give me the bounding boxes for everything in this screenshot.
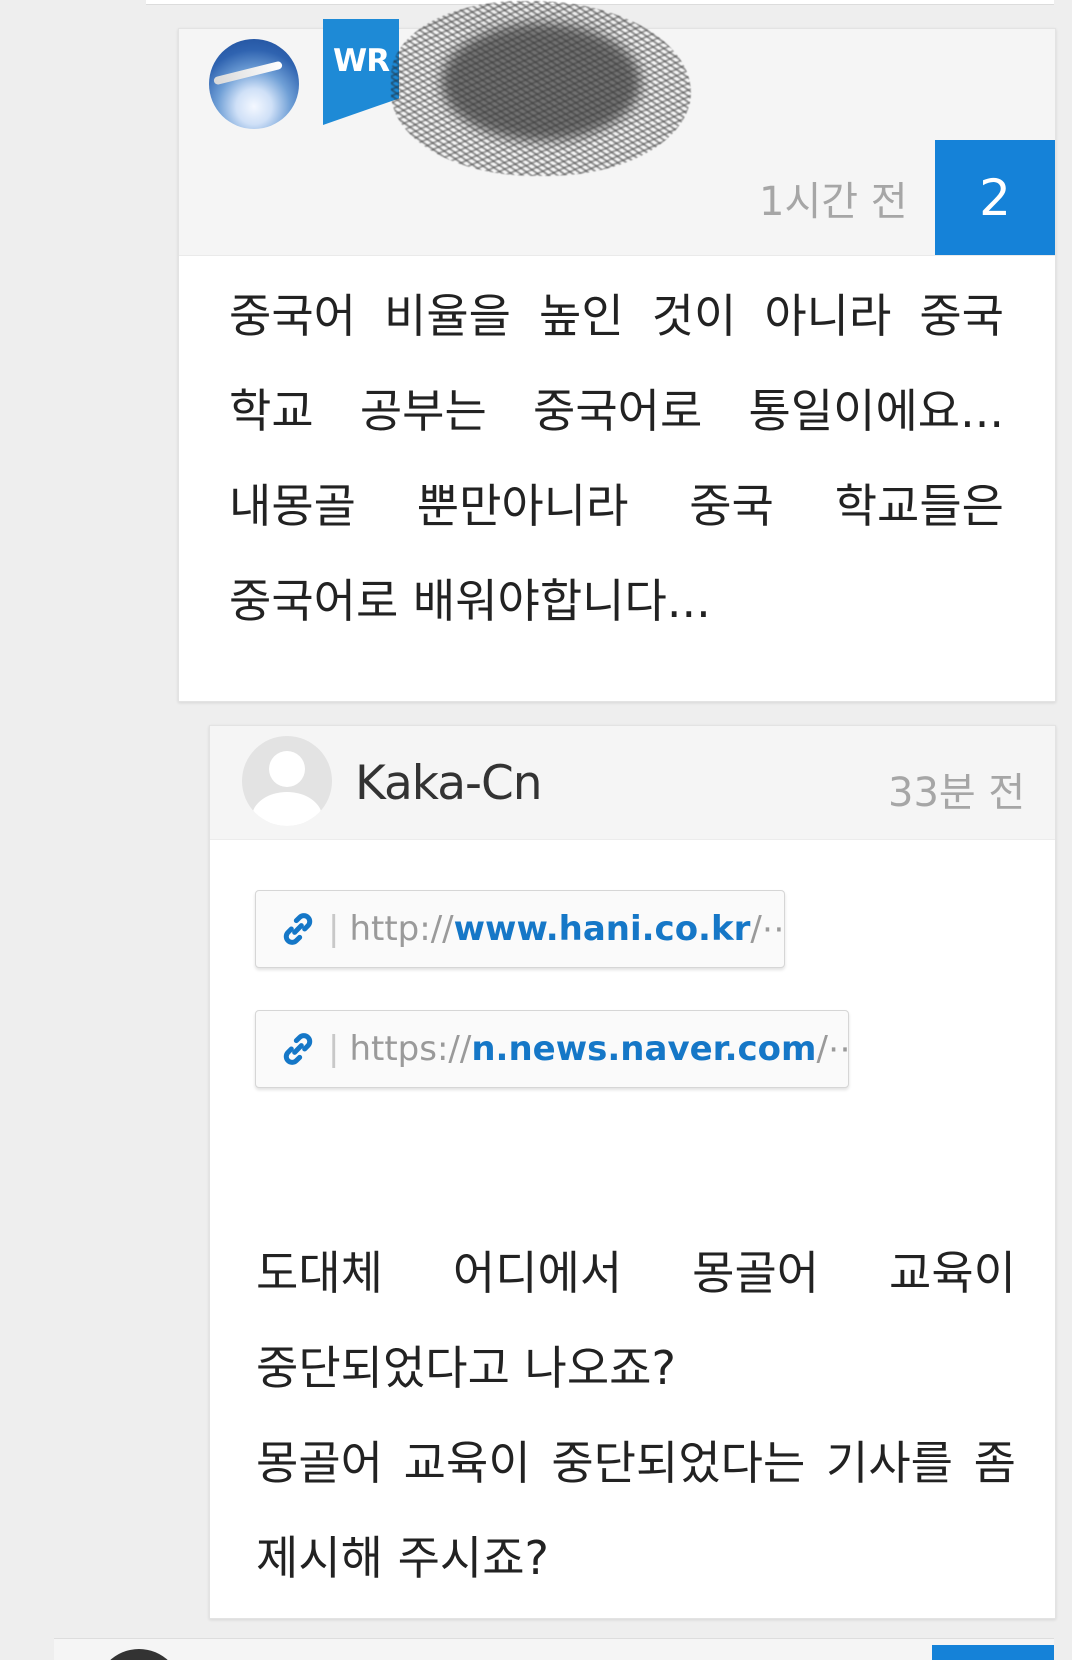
- author-badge: WR: [323, 19, 399, 125]
- previous-comment-card: [146, 0, 1054, 5]
- link-domain: www.hani.co.kr: [453, 909, 751, 949]
- comment-time: 1시간 전: [759, 179, 908, 225]
- comment-text: 중국어 비율을 높인 것이 아니라 중국 학교 공부는 중국어로 통일이에요..…: [229, 289, 1004, 628]
- reply-text: 도대체 어디에서 몽골어 교육이 중단되었다고 나오죠? 몽골어 교육이 중단되…: [256, 1226, 1016, 1606]
- link-scheme: https://: [349, 1029, 472, 1069]
- comment-card: WR 1시간 전 2 중국어 비율을 높인 것이 아니라 중국 학교 공부는 중…: [178, 1, 1056, 702]
- link-rest: /⋯: [816, 1029, 848, 1069]
- username[interactable]: Kaka-Cn: [355, 756, 543, 811]
- link-preview[interactable]: | https://n.news.naver.com/⋯: [255, 1010, 849, 1088]
- comment-thread: WR 1시간 전 2 중국어 비율을 높인 것이 아니라 중국 학교 공부는 중…: [0, 0, 1072, 1660]
- comment-header: WR 1시간 전 2: [179, 1, 1055, 256]
- reply-count-badge[interactable]: 2: [935, 140, 1055, 255]
- reply-text-line: 도대체 어디에서 몽골어 교육이 중단되었다고 나오죠?: [256, 1246, 1016, 1395]
- link-rest: /⋯: [750, 909, 784, 949]
- avatar[interactable]: [209, 39, 299, 129]
- reply-count-badge[interactable]: [932, 1645, 1054, 1660]
- reply-text-line: 몽골어 교육이 중단되었다는 기사를 좀 제시해 주시죠?: [256, 1436, 1016, 1585]
- redacted-username-core: [441, 23, 641, 141]
- link-icon: [278, 1028, 318, 1070]
- reply-card: Kaka-Cn 33분 전 | http://www.hani.co.kr/⋯: [209, 725, 1056, 1619]
- link-scheme: http://: [349, 909, 454, 949]
- reply-header: Kaka-Cn 33분 전: [210, 726, 1055, 840]
- link-preview[interactable]: | http://www.hani.co.kr/⋯: [255, 890, 785, 968]
- reply-time: 33분 전: [888, 770, 1026, 816]
- avatar[interactable]: [96, 1649, 182, 1660]
- next-comment-card: [54, 1638, 1054, 1660]
- link-icon: [278, 908, 318, 950]
- default-avatar-icon[interactable]: [242, 736, 332, 826]
- link-domain: n.news.naver.com: [471, 1029, 817, 1069]
